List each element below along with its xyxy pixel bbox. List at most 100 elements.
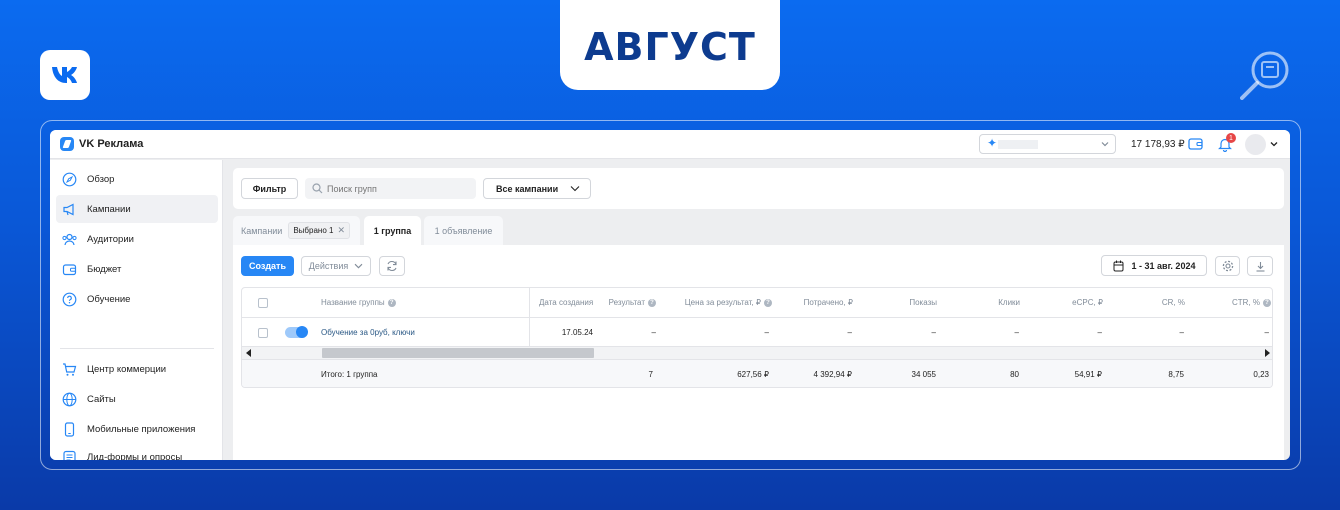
refresh-icon xyxy=(387,260,397,272)
chevron-down-icon[interactable] xyxy=(1270,141,1278,147)
vk-logo-icon xyxy=(52,67,77,83)
groups-table: Название группы? Дата создания Результат… xyxy=(241,287,1273,388)
sidebar-item-campaigns[interactable]: Кампании xyxy=(56,195,218,223)
cell-impressions: – xyxy=(931,327,936,337)
total-cr: 8,75 xyxy=(1168,370,1184,379)
cell-price: – xyxy=(764,327,769,337)
column-header-label: Результат xyxy=(608,298,645,307)
plus-icon: ✦ xyxy=(987,136,998,150)
users-icon xyxy=(62,233,77,245)
scroll-left-arrow-icon[interactable] xyxy=(246,349,251,357)
compass-icon xyxy=(62,172,77,186)
tab-campaigns[interactable]: Кампании Выбрано 1 ✕ xyxy=(233,216,360,245)
account-name-hidden xyxy=(998,140,1038,149)
account-select[interactable]: ✦ xyxy=(979,134,1116,154)
status-toggle-knob[interactable] xyxy=(296,326,308,338)
sidebar-item-budget[interactable]: Бюджет xyxy=(56,255,218,283)
chevron-down-icon xyxy=(1101,142,1109,147)
column-header-result[interactable]: Результат? xyxy=(596,288,656,317)
chevron-down-icon xyxy=(570,186,580,192)
sidebar-item-overview[interactable]: Обзор xyxy=(56,165,218,193)
cell-created: 17.05.24 xyxy=(561,327,593,337)
total-label: Итого: 1 группа xyxy=(321,370,378,379)
download-button[interactable] xyxy=(1247,256,1273,276)
calendar-icon xyxy=(1113,260,1124,271)
tab-groups[interactable]: 1 группа xyxy=(364,216,421,245)
help-icon[interactable]: ? xyxy=(387,298,396,307)
actions-dropdown[interactable]: Действия xyxy=(301,256,371,276)
create-button[interactable]: Создать xyxy=(241,256,294,276)
refresh-button[interactable] xyxy=(379,256,405,276)
row-checkbox[interactable] xyxy=(258,328,268,338)
column-header-created[interactable]: Дата создания xyxy=(539,288,593,317)
sidebar-item-audiences[interactable]: Аудитории xyxy=(56,225,218,253)
sidebar-item-label: Кампании xyxy=(87,203,131,215)
cell-cr: – xyxy=(1179,327,1184,337)
campaign-filter-select[interactable]: Все кампании xyxy=(483,178,591,199)
groups-panel: Создать Действия 1 - 31 авг. 2024 Назван… xyxy=(233,245,1284,460)
search-icon xyxy=(312,183,323,194)
sidebar-item-sites[interactable]: Сайты xyxy=(56,385,218,413)
vk-ads-logo-icon xyxy=(60,137,74,151)
month-title: АВГУСТ xyxy=(560,0,780,90)
date-range-picker[interactable]: 1 - 31 авг. 2024 xyxy=(1101,255,1207,276)
column-header-cr[interactable]: CR, % xyxy=(1103,288,1185,317)
avatar[interactable] xyxy=(1245,134,1266,155)
sidebar-item-label: Лид-формы и опросы xyxy=(87,451,183,461)
wallet-icon[interactable] xyxy=(1188,138,1203,150)
total-impressions: 34 055 xyxy=(911,370,936,379)
column-header-spent[interactable]: Потрачено, ₽ xyxy=(772,288,853,317)
total-ecpc: 54,91 ₽ xyxy=(1074,370,1102,379)
select-all-checkbox[interactable] xyxy=(258,298,268,308)
cart-icon xyxy=(63,362,77,376)
campaign-filter-label: Все кампании xyxy=(496,183,559,194)
sidebar-item-label: Мобильные приложения xyxy=(87,423,196,435)
total-price: 627,56 ₽ xyxy=(737,370,769,379)
sidebar-item-mobile-apps[interactable]: Мобильные приложения xyxy=(56,415,218,443)
table-row[interactable]: Обучение за 0руб, ключи 17.05.24 – – – –… xyxy=(242,318,1272,347)
column-header-price[interactable]: Цена за результат, ₽? xyxy=(656,288,772,317)
cell-ecpc: – xyxy=(1097,327,1102,337)
help-icon[interactable]: ? xyxy=(764,298,772,307)
sidebar-item-label: Обучение xyxy=(87,293,131,305)
total-clicks: 80 xyxy=(1010,370,1019,379)
brand-name: VK Реклама xyxy=(79,138,144,150)
help-icon[interactable]: ? xyxy=(648,298,656,307)
cell-spent: – xyxy=(847,327,852,337)
filter-toolbar: Фильтр Все кампании xyxy=(233,168,1284,209)
tab-ads[interactable]: 1 объявление xyxy=(424,216,503,245)
sidebar-item-learning[interactable]: Обучение xyxy=(56,285,218,313)
selected-chip: Выбрано 1 ✕ xyxy=(288,222,350,239)
group-name-link[interactable]: Обучение за 0руб, ключи xyxy=(321,318,415,346)
horizontal-scrollbar[interactable] xyxy=(242,347,1272,359)
column-header-clicks[interactable]: Клики xyxy=(937,288,1020,317)
frozen-column-divider xyxy=(529,288,530,347)
sidebar-item-label: Центр коммерции xyxy=(87,363,167,375)
sidebar-item-label: Аудитории xyxy=(87,233,134,245)
actions-label: Действия xyxy=(308,261,349,271)
tab-label: Кампании xyxy=(241,225,283,236)
close-icon[interactable]: ✕ xyxy=(337,225,345,236)
sidebar-item-label: Обзор xyxy=(87,173,115,185)
cell-ctr: – xyxy=(1264,327,1269,337)
scrollbar-thumb[interactable] xyxy=(322,348,594,358)
download-icon xyxy=(1256,261,1264,272)
sidebar-item-lead-forms[interactable]: Лид-формы и опросы xyxy=(56,443,218,460)
column-header-label: CTR, % xyxy=(1232,298,1260,307)
settings-button[interactable] xyxy=(1215,256,1240,276)
column-header-ecpc[interactable]: eCPC, ₽ xyxy=(1020,288,1103,317)
scroll-right-arrow-icon[interactable] xyxy=(1265,349,1270,357)
cell-clicks: – xyxy=(1014,327,1019,337)
megaphone-icon xyxy=(63,203,74,215)
filter-button[interactable]: Фильтр xyxy=(241,178,298,199)
wallet-icon xyxy=(62,263,77,275)
column-header-ctr[interactable]: CTR, %? xyxy=(1185,288,1271,317)
search-input[interactable] xyxy=(327,181,467,196)
search-document-icon xyxy=(1240,51,1289,100)
column-header-name[interactable]: Название группы? xyxy=(321,288,396,317)
total-result: 7 xyxy=(648,370,653,379)
help-icon[interactable]: ? xyxy=(1263,298,1271,307)
brand[interactable]: VK Реклама xyxy=(60,137,143,151)
column-header-impressions[interactable]: Показы xyxy=(853,288,937,317)
sidebar-item-commerce[interactable]: Центр коммерции xyxy=(56,355,218,383)
